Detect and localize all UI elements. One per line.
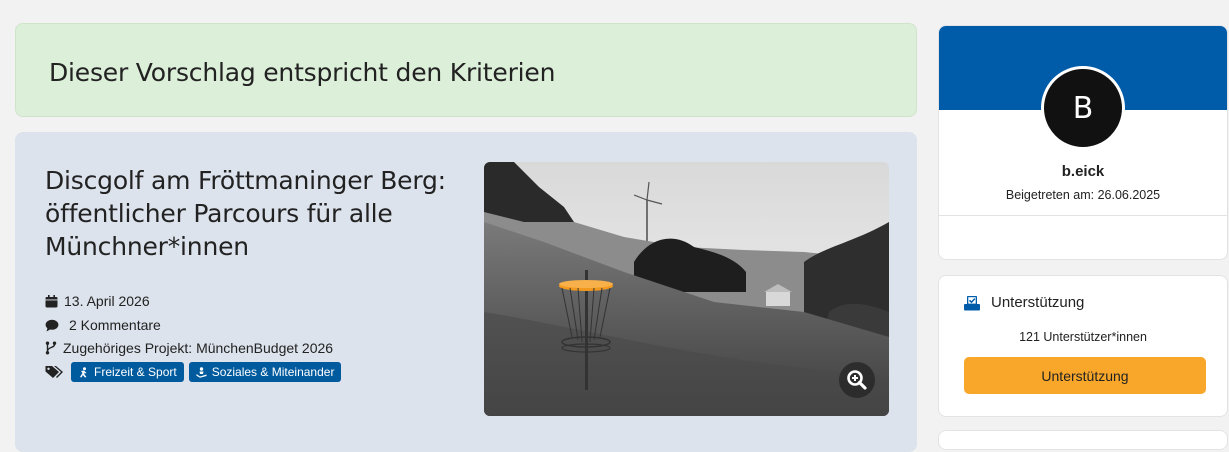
divider	[939, 215, 1227, 216]
next-sidebar-card	[938, 430, 1228, 450]
support-heading-text: Unterstützung	[991, 294, 1085, 311]
calendar-icon	[45, 294, 58, 307]
tag-label: Freizeit & Sport	[94, 365, 177, 379]
person-running-icon	[80, 366, 87, 377]
ballot-box-icon	[964, 295, 980, 310]
tag-freizeit-sport[interactable]: Freizeit & Sport	[71, 362, 184, 382]
proposal-image[interactable]	[484, 162, 889, 416]
tags-icon	[45, 366, 63, 378]
project-link[interactable]: Zugehöriges Projekt: MünchenBudget 2026	[63, 340, 333, 356]
comments-row[interactable]: 2 Kommentare	[45, 317, 161, 333]
branch-icon	[45, 341, 57, 355]
author-card: B b.eick Beigetreten am: 26.06.2025	[938, 25, 1228, 260]
comments-count[interactable]: 2 Kommentare	[69, 317, 161, 333]
person-hands-icon	[196, 366, 207, 378]
support-heading: Unterstützung	[963, 294, 1084, 311]
support-button[interactable]: Unterstützung	[964, 357, 1206, 394]
proposal-card: Discgolf am Fröttmaninger Berg: öffentli…	[15, 132, 917, 452]
tag-label: Soziales & Miteinander	[211, 365, 335, 379]
supporter-count: 121 Unterstützer*innen	[1019, 330, 1147, 344]
comment-icon	[45, 319, 59, 331]
support-card: Unterstützung 121 Unterstützer*innen Unt…	[938, 275, 1228, 417]
zoom-in-icon	[847, 370, 867, 390]
tag-soziales-miteinander[interactable]: Soziales & Miteinander	[188, 362, 342, 382]
author-joined-date: Beigetreten am: 26.06.2025	[1005, 188, 1161, 202]
discgolf-photo	[484, 162, 889, 416]
project-row[interactable]: Zugehöriges Projekt: MünchenBudget 2026	[45, 340, 333, 356]
zoom-button[interactable]	[839, 362, 875, 398]
criteria-banner: Dieser Vorschlag entspricht den Kriterie…	[15, 23, 917, 117]
tag-list: Freizeit & Sport Soziales & Miteinander	[45, 362, 346, 382]
author-username[interactable]: b.eick	[939, 163, 1227, 180]
proposal-date: 13. April 2026	[64, 293, 150, 309]
date-row: 13. April 2026	[45, 293, 150, 309]
avatar[interactable]: B	[1041, 66, 1125, 150]
proposal-title: Discgolf am Fröttmaninger Berg: öffentli…	[45, 166, 446, 261]
criteria-banner-text: Dieser Vorschlag entspricht den Kriterie…	[49, 58, 556, 87]
